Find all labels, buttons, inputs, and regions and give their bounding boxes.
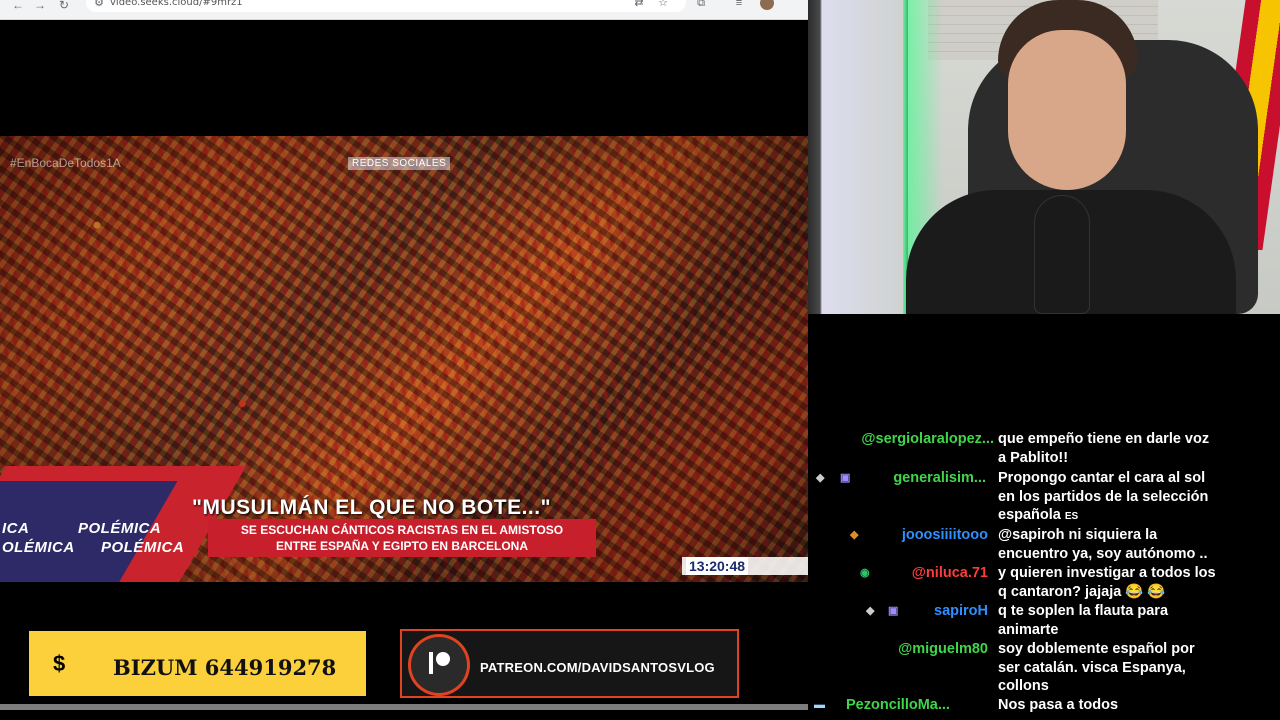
laughing-emoji: 😂 — [1125, 583, 1144, 600]
chat-username[interactable]: PezoncilloMa... — [838, 696, 984, 715]
chat-username[interactable]: sapiroH — [908, 602, 988, 621]
patreon-text: PATREON.COM/DAVIDSANTOSVLOG — [480, 660, 715, 675]
forward-arrow-icon[interactable]: → — [32, 0, 48, 14]
webcam-feed — [808, 0, 1280, 314]
stream-layout: ← → ↻ ⚙ video.seeks.cloud/#9mrz1 ⇄ ☆ ⧉ ≡… — [0, 0, 1280, 720]
vip-badge-icon: ◆ — [850, 529, 859, 541]
microphone — [1034, 195, 1090, 314]
bizum-banner: $ BIZUM 644919278 — [27, 629, 368, 698]
extensions-icon[interactable]: ⧉ — [694, 0, 708, 10]
patreon-logo-circle — [408, 634, 470, 696]
subheadline-line: SE ESCUCHAN CÁNTICOS RACISTAS EN EL AMIS… — [240, 523, 564, 537]
translate-icon[interactable]: ⇄ — [632, 0, 646, 10]
polemica-text: POLÉMICA — [101, 539, 185, 556]
reload-icon[interactable]: ↻ — [56, 0, 72, 14]
laughing-emoji: 😂 — [1147, 583, 1166, 600]
headline: "MUSULMÁN EL QUE NO BOTE..." — [192, 496, 552, 519]
eye-badge-icon: ◉ — [860, 567, 870, 579]
chat-username[interactable]: @niluca.71 — [878, 564, 988, 583]
sub-badge-icon: ▣ — [888, 605, 899, 617]
url-text[interactable]: video.seeks.cloud/#9mrz1 — [110, 0, 243, 8]
chat-username[interactable]: @sergiolaralopez... — [818, 430, 994, 449]
bookmark-star-icon[interactable]: ☆ — [656, 0, 670, 10]
news-video[interactable]: #EnBocaDeTodos1A REDES SOCIALES ICA POLÉ… — [0, 136, 808, 582]
hashtag-text: #EnBocaDeTodos1A — [10, 156, 121, 170]
media-icon[interactable]: ≡ — [732, 0, 746, 10]
chat-text: Nos pasa a todos — [998, 697, 1119, 713]
chat-text: q te soplen la flauta para animarte — [998, 603, 1169, 638]
horizontal-scrollbar[interactable] — [0, 704, 808, 710]
sub-badge-icon: ▣ — [840, 472, 851, 484]
subheadline-box: SE ESCUCHAN CÁNTICOS RACISTAS EN EL AMIS… — [208, 519, 596, 557]
chat-text: @sapiroh ni siquiera la encuentro ya, so… — [998, 527, 1208, 562]
chat-text: Propongo cantar el cara al sol en los pa… — [998, 470, 1209, 523]
prime-badge-icon: ▬ — [814, 699, 825, 711]
back-arrow-icon[interactable]: ← — [10, 0, 26, 14]
dollar-icon: $ — [53, 651, 66, 676]
polemica-text: OLÉMICA — [2, 539, 75, 556]
chat-username[interactable]: generalisim... — [860, 469, 986, 488]
chat-text: y quieren investigar a todos los q canta… — [998, 565, 1216, 600]
patreon-icon — [429, 652, 450, 674]
polemica-text: POLÉMICA — [78, 520, 162, 537]
patreon-banner: PATREON.COM/DAVIDSANTOSVLOG — [400, 629, 739, 698]
profile-avatar[interactable] — [760, 0, 774, 10]
clock-time: 13:20:48 — [686, 557, 749, 575]
clock-bar: 13:20:48 — [682, 557, 808, 575]
polemica-text: ICA — [2, 520, 30, 537]
bizum-text: BIZUM 644919278 — [113, 655, 337, 680]
chat-panel: @sergiolaralopez... que empeño tiene en … — [808, 314, 1280, 720]
chat-username[interactable]: jooosiiiitooo — [868, 526, 988, 545]
country-badge: ES — [1064, 511, 1079, 522]
site-info-icon[interactable]: ⚙ — [92, 0, 106, 10]
display-shelf — [808, 0, 908, 314]
social-tag: REDES SOCIALES — [348, 157, 451, 170]
mod-badge-icon: ◆ — [816, 472, 825, 484]
chat-username[interactable]: @miguelm80 — [848, 640, 988, 659]
chat-text: soy doblemente español por ser catalán. … — [998, 641, 1195, 694]
mod-badge-icon: ◆ — [866, 605, 875, 617]
subheadline-line: ENTRE ESPAÑA Y EGIPTO EN BARCELONA — [275, 539, 529, 553]
browser-toolbar: ← → ↻ ⚙ video.seeks.cloud/#9mrz1 ⇄ ☆ ⧉ ≡ — [0, 0, 808, 20]
chat-text: que empeño tiene en darle voz a Pablito!… — [998, 431, 1210, 466]
streamer-face — [1008, 30, 1126, 190]
